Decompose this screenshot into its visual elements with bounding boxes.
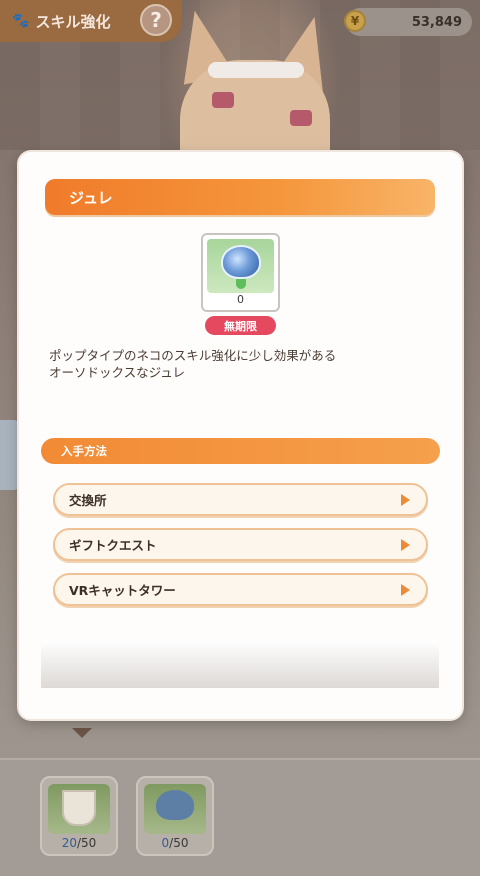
coin-amount: 53,849 (411, 14, 462, 30)
maid-headband (208, 62, 304, 78)
item-image (207, 239, 274, 293)
jelly-stem (236, 279, 246, 289)
source-button-exchange[interactable]: 交換所 (53, 483, 428, 516)
section-acquisition-header: 入手方法 (41, 438, 440, 464)
modal-footer-fade (41, 640, 439, 688)
item-count: 0 (237, 293, 244, 306)
jelly-icon (221, 245, 261, 279)
help-button[interactable]: ? (140, 4, 172, 36)
arrow-right-icon (401, 583, 410, 596)
coin-icon: ¥ (344, 10, 366, 32)
arrow-right-icon (401, 493, 410, 506)
expiry-badge: 無期限 (205, 316, 276, 335)
item-detail-modal: ジュレ 0 無期限 ポップタイプのネコのスキル強化に少し効果がある オーソドック… (19, 152, 462, 719)
hair-bow-left (212, 92, 234, 108)
description-line: オーソドックスなジュレ (49, 365, 186, 380)
material-slot-2[interactable]: 0/50 (136, 776, 214, 856)
jelly-icon (156, 790, 194, 820)
source-button-gift-quest[interactable]: ギフトクエスト (53, 528, 428, 561)
material-count: 20/50 (61, 836, 97, 850)
material-slot-1[interactable]: 20/50 (40, 776, 118, 856)
tray-pointer-icon (72, 728, 92, 738)
source-button-vr-cat-tower[interactable]: VRキャットタワー (53, 573, 428, 606)
hair-bow-right (290, 110, 312, 126)
coin-counter: ¥ 53,849 (344, 8, 472, 36)
side-panel-tab (0, 420, 18, 490)
description-line: ポップタイプのネコのスキル強化に少し効果がある (49, 348, 337, 363)
paw-icon: 🐾 (12, 13, 30, 29)
milk-cup-icon (62, 790, 96, 826)
item-card: 0 (201, 233, 280, 312)
screen-title: スキル強化 (35, 12, 111, 31)
source-button-label: 交換所 (69, 493, 107, 508)
source-button-label: VRキャットタワー (69, 583, 176, 598)
item-description: ポップタイプのネコのスキル強化に少し効果がある オーソドックスなジュレ (49, 347, 429, 381)
material-count: 0/50 (161, 836, 189, 850)
arrow-right-icon (401, 538, 410, 551)
modal-title: ジュレ (45, 179, 435, 215)
source-button-label: ギフトクエスト (69, 538, 157, 553)
